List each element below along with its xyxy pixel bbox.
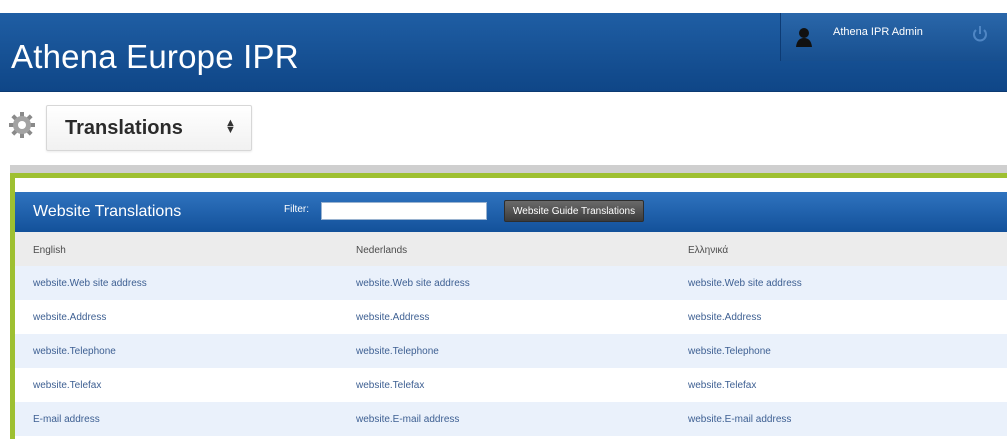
filter-label: Filter: bbox=[284, 204, 309, 215]
table-cell[interactable]: website.Web site address bbox=[356, 278, 470, 289]
table-cell[interactable]: website.E-mail address bbox=[356, 414, 459, 425]
table-row[interactable]: E-mail address website.E-mail address we… bbox=[15, 402, 1007, 436]
filter-input[interactable] bbox=[321, 202, 487, 220]
column-header-greek[interactable]: Ελληνικά bbox=[688, 245, 728, 256]
translations-table: English Nederlands Ελληνικά website.Web … bbox=[15, 232, 1007, 436]
page-title: Translations bbox=[65, 117, 183, 139]
user-menu[interactable]: Athena IPR Admin bbox=[780, 13, 1007, 61]
table-cell[interactable]: website.Telephone bbox=[33, 346, 116, 357]
table-cell[interactable]: website.E-mail address bbox=[688, 414, 791, 425]
table-cell[interactable]: website.Web site address bbox=[33, 278, 147, 289]
panel-title: Website Translations bbox=[33, 203, 182, 220]
up-down-arrows-icon: ▲ ▼ bbox=[225, 117, 236, 136]
app-title: Athena Europe IPR bbox=[11, 38, 299, 75]
table-cell[interactable]: website.Telefax bbox=[356, 380, 424, 391]
table-cell[interactable]: website.Telephone bbox=[356, 346, 439, 357]
table-row[interactable]: website.Telefax website.Telefax website.… bbox=[15, 368, 1007, 402]
table-row[interactable]: website.Address website.Address website.… bbox=[15, 300, 1007, 334]
table-header-row: English Nederlands Ελληνικά bbox=[15, 232, 1007, 266]
website-guide-translations-button[interactable]: Website Guide Translations bbox=[504, 200, 645, 222]
table-cell[interactable]: website.Address bbox=[356, 312, 429, 323]
table-cell[interactable]: website.Telefax bbox=[688, 380, 756, 391]
table-cell[interactable]: website.Telephone bbox=[688, 346, 771, 357]
table-cell[interactable]: website.Address bbox=[688, 312, 761, 323]
user-name[interactable]: Athena IPR Admin bbox=[833, 26, 923, 38]
column-header-nederlands[interactable]: Nederlands bbox=[356, 245, 407, 256]
table-row[interactable]: website.Web site address website.Web sit… bbox=[15, 266, 1007, 300]
divider bbox=[10, 165, 1007, 173]
column-header-english[interactable]: English bbox=[33, 245, 66, 256]
table-cell[interactable]: website.Telefax bbox=[33, 380, 101, 391]
panel-header: Website Translations Filter: Website Gui… bbox=[15, 192, 1007, 232]
table-cell[interactable]: E-mail address bbox=[33, 414, 100, 425]
top-bar: Athena Europe IPR Athena IPR Admin bbox=[0, 13, 1007, 92]
table-row[interactable]: website.Telephone website.Telephone webs… bbox=[15, 334, 1007, 368]
user-icon bbox=[795, 27, 813, 52]
table-cell[interactable]: website.Web site address bbox=[688, 278, 802, 289]
gear-icon bbox=[8, 111, 36, 144]
power-icon[interactable] bbox=[971, 24, 989, 49]
page-title-dropdown[interactable]: Translations ▲ ▼ bbox=[46, 105, 252, 151]
translations-panel: Website Translations Filter: Website Gui… bbox=[10, 173, 1007, 439]
table-cell[interactable]: website.Address bbox=[33, 312, 106, 323]
